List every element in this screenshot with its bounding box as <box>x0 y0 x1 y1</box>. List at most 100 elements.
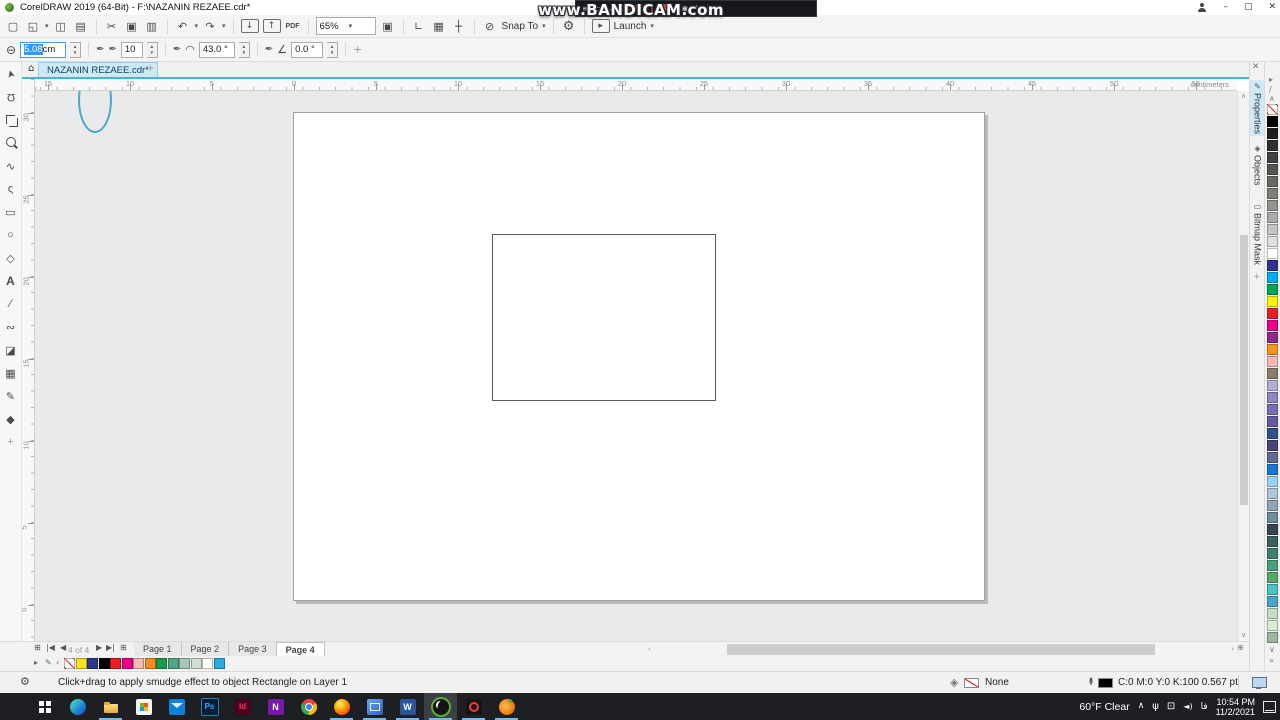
color-swatch[interactable] <box>1267 404 1278 415</box>
scroll-right-icon[interactable]: › <box>1231 646 1234 653</box>
color-swatch[interactable] <box>1267 164 1278 175</box>
crop-tool[interactable] <box>2 112 20 128</box>
artistic-media-tool[interactable]: ς <box>2 181 20 197</box>
horizontal-scroll-thumb[interactable] <box>727 644 1155 655</box>
taskbar-photo-paint[interactable] <box>490 693 523 720</box>
nib-angle-spinner[interactable] <box>239 42 250 58</box>
redo-dropdown-icon[interactable]: ▾ <box>222 23 226 30</box>
previous-page-button[interactable]: ◀ <box>60 644 66 652</box>
nib-size-field[interactable]: 5.08 cm <box>20 42 66 58</box>
taskbar-file-explorer[interactable] <box>94 693 127 720</box>
volume-tray-icon[interactable]: ◄) <box>1183 703 1192 711</box>
horizontal-ruler[interactable]: centimeters 151050510152025303540455055 <box>35 79 1237 91</box>
import-button[interactable]: ↓ <box>241 19 259 33</box>
action-center-icon[interactable] <box>1263 701 1276 713</box>
color-swatch[interactable] <box>1267 272 1278 283</box>
scrollbar-zoom-icon[interactable]: ⊕ <box>1237 644 1244 652</box>
taskbar-store[interactable] <box>127 693 160 720</box>
options-button[interactable]: ⚙ <box>561 18 577 35</box>
taskbar-indesign[interactable] <box>226 693 259 720</box>
document-color-swatch[interactable] <box>64 658 75 669</box>
dryout-field[interactable]: 10 <box>121 42 143 58</box>
document-color-swatch[interactable] <box>76 658 87 669</box>
outline-color-swatch[interactable] <box>1098 678 1113 688</box>
document-color-swatch[interactable] <box>202 658 213 669</box>
welcome-home-icon[interactable]: ⌂ <box>28 64 34 74</box>
ellipse-tool[interactable]: ○ <box>2 227 20 243</box>
document-color-swatch[interactable] <box>99 658 110 669</box>
palette-eyedropper-icon[interactable]: ✎ <box>45 659 52 667</box>
color-swatch[interactable] <box>1267 176 1278 187</box>
undo-button[interactable]: ↶ <box>175 18 191 35</box>
network-tray-icon[interactable]: ⊡ <box>1167 702 1175 712</box>
open-button[interactable]: ◱ <box>25 18 41 35</box>
hidden-icons-chevron[interactable]: ∧ <box>1138 702 1145 711</box>
page-tab-page-2[interactable]: Page 2 <box>182 642 230 656</box>
close-docker-icon[interactable]: ✕ <box>1252 63 1260 72</box>
color-swatch[interactable] <box>1267 584 1278 595</box>
taskbar-blue-app[interactable] <box>358 693 391 720</box>
cut-button[interactable]: ✂ <box>104 18 120 35</box>
add-docker-button[interactable]: + <box>1253 273 1261 282</box>
color-swatch[interactable] <box>1267 548 1278 559</box>
vertical-ruler[interactable]: 302520151050 <box>22 79 35 641</box>
color-swatch[interactable] <box>1267 236 1278 247</box>
drop-shadow-tool[interactable]: ◪ <box>2 342 20 358</box>
color-swatch[interactable] <box>1267 128 1278 139</box>
color-swatch[interactable] <box>1267 524 1278 535</box>
palette-pen-icon[interactable]: ∕ <box>1269 86 1272 94</box>
pick-tool[interactable]: ➤ <box>0 63 20 85</box>
nib-angle-field[interactable]: 43.0 ° <box>199 42 235 58</box>
show-rulers-button[interactable]: ∟ <box>411 18 427 35</box>
text-tool[interactable]: A <box>2 273 20 289</box>
save-button[interactable]: ◫ <box>53 18 69 35</box>
paste-button[interactable]: ▥ <box>144 18 160 35</box>
rectangle-object[interactable] <box>492 234 716 401</box>
color-swatch[interactable] <box>1267 608 1278 619</box>
transparency-tool[interactable]: ▦ <box>2 365 20 381</box>
freehand-tool[interactable]: ∿ <box>2 158 20 174</box>
shape-smudge-tool[interactable]: Ω <box>2 89 20 105</box>
bearing-field[interactable]: 0.0 ° <box>291 42 323 58</box>
color-swatch[interactable] <box>1267 596 1278 607</box>
maximize-button[interactable]: ▢ <box>1244 3 1253 12</box>
add-page-after-button[interactable]: ⊞ <box>120 644 127 652</box>
customize-propbar-button[interactable]: + <box>353 44 362 55</box>
color-swatch[interactable] <box>1267 320 1278 331</box>
connector-tool[interactable]: ∾ <box>2 319 20 335</box>
horizontal-scrollbar[interactable]: ‹ › <box>645 643 1237 656</box>
color-swatch[interactable] <box>1267 200 1278 211</box>
weather-text[interactable]: 60°F Clear <box>1079 701 1129 713</box>
palette-scroll-left-icon[interactable]: ‹ <box>56 659 59 667</box>
print-button[interactable]: ▤ <box>73 18 89 35</box>
color-swatch[interactable] <box>1267 620 1278 631</box>
polygon-tool[interactable]: ◇ <box>2 250 20 266</box>
color-swatch[interactable] <box>1267 392 1278 403</box>
palette-flyout-icon[interactable]: ▸ <box>34 659 38 667</box>
snap-off-button[interactable]: ⊘ <box>482 18 498 35</box>
color-swatch[interactable] <box>1267 632 1278 643</box>
color-swatch[interactable] <box>1267 356 1278 367</box>
color-swatch[interactable] <box>1267 260 1278 271</box>
zoom-tool[interactable] <box>2 135 20 151</box>
pen-pressure-icon[interactable]: ✒ <box>96 45 104 55</box>
taskbar-start[interactable] <box>28 693 61 720</box>
document-color-swatch[interactable] <box>214 658 225 669</box>
color-swatch[interactable] <box>1267 380 1278 391</box>
color-swatch[interactable] <box>1267 536 1278 547</box>
color-swatch[interactable] <box>1267 572 1278 583</box>
color-swatch[interactable] <box>1267 500 1278 511</box>
scroll-left-icon[interactable]: ‹ <box>648 646 651 653</box>
palette-scroll-down-icon[interactable]: ∨ <box>1269 646 1275 654</box>
show-guidelines-button[interactable]: ┼ <box>451 18 467 35</box>
taskbar-photoshop[interactable] <box>193 693 226 720</box>
document-color-swatch[interactable] <box>133 658 144 669</box>
color-swatch[interactable] <box>1267 296 1278 307</box>
color-swatch[interactable] <box>1267 560 1278 571</box>
snap-to-caret-icon[interactable]: ▾ <box>542 23 546 30</box>
document-color-swatch[interactable] <box>156 658 167 669</box>
drawing-canvas[interactable] <box>35 91 1237 641</box>
taskbar-mail[interactable] <box>160 693 193 720</box>
color-swatch[interactable] <box>1267 212 1278 223</box>
color-swatch[interactable] <box>1267 452 1278 463</box>
